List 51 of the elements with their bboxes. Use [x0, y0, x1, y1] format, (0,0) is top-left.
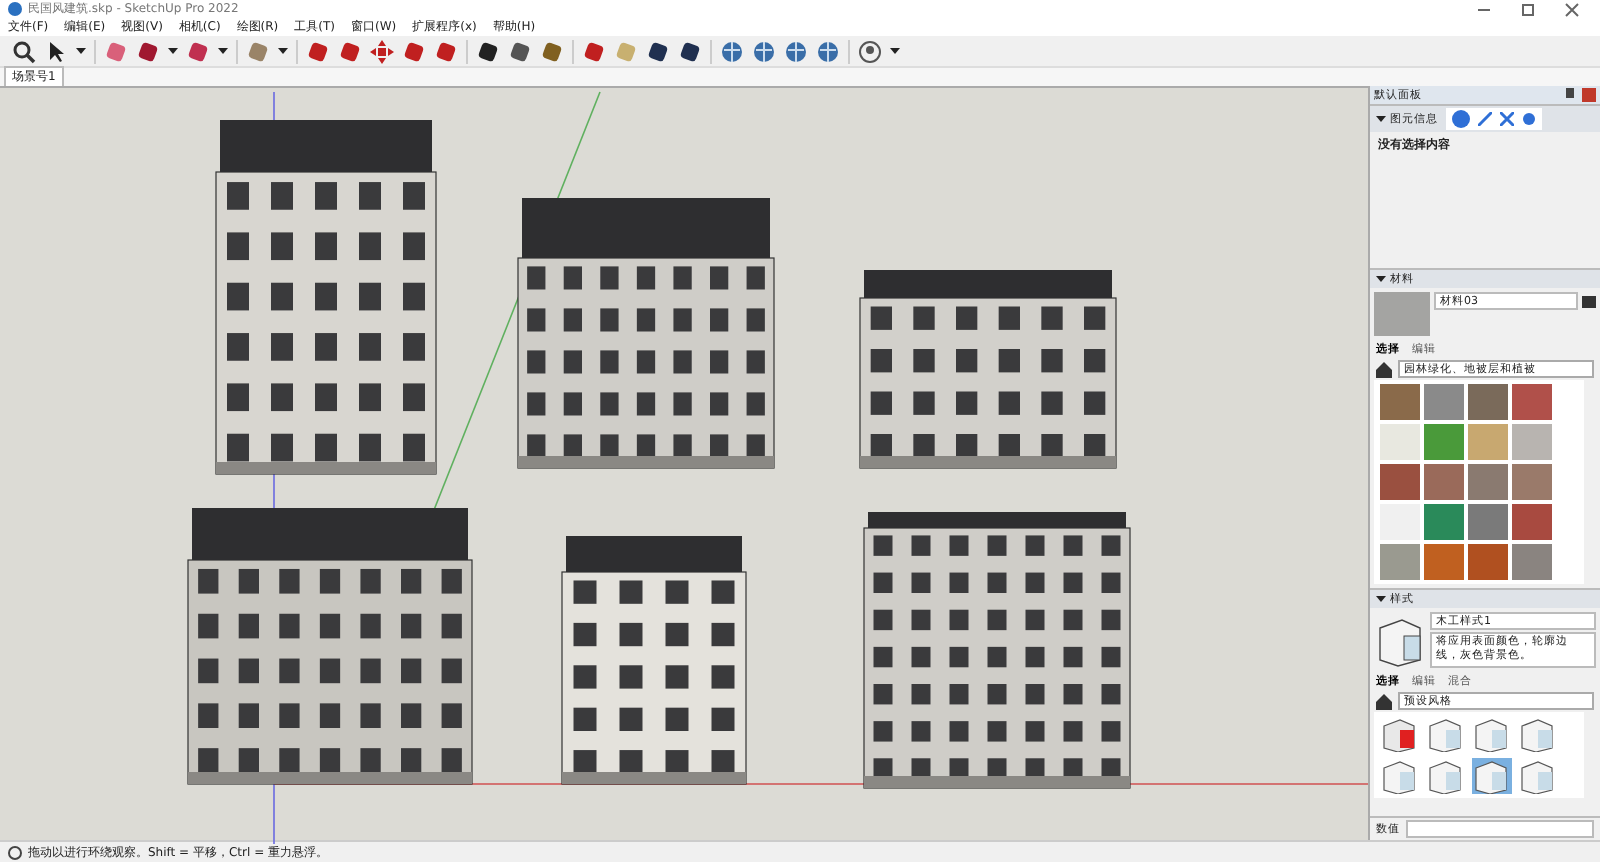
- search-icon[interactable]: [12, 39, 36, 63]
- globe-icon[interactable]: [784, 39, 808, 63]
- expand-triangle-icon[interactable]: [1376, 274, 1386, 284]
- globe-icon[interactable]: [752, 39, 776, 63]
- material-swatch[interactable]: [1512, 504, 1552, 540]
- style-thumbnail-icon[interactable]: [1380, 758, 1420, 794]
- material-swatch[interactable]: [1468, 384, 1508, 420]
- material-swatch[interactable]: [1424, 544, 1464, 580]
- dropdown-caret-icon[interactable]: [278, 47, 288, 55]
- style-thumbnail-icon[interactable]: [1426, 758, 1466, 794]
- style-thumbnail-icon[interactable]: [1518, 758, 1558, 794]
- pen-icon[interactable]: [1478, 112, 1492, 126]
- dropdown-caret-icon[interactable]: [890, 47, 900, 55]
- user-icon[interactable]: [858, 39, 882, 63]
- measurements-field[interactable]: [1406, 820, 1594, 838]
- globe-icon[interactable]: [816, 39, 840, 63]
- app-logo-icon: [8, 2, 22, 16]
- dropdown-caret-icon[interactable]: [218, 47, 228, 55]
- globe-icon[interactable]: [720, 39, 744, 63]
- maximize-icon[interactable]: [1520, 1, 1536, 17]
- material-swatch[interactable]: [1468, 544, 1508, 580]
- material-swatch[interactable]: [1468, 464, 1508, 500]
- dropdown-caret-icon[interactable]: [168, 47, 178, 55]
- expand-triangle-icon[interactable]: [1376, 594, 1386, 604]
- style-thumbnail-icon[interactable]: [1472, 716, 1512, 752]
- material-preview: [1374, 292, 1430, 336]
- style-thumbnail-icon[interactable]: [1380, 716, 1420, 752]
- dropdown-caret-icon[interactable]: [76, 47, 86, 55]
- material-swatch[interactable]: [1424, 424, 1464, 460]
- material-swatch[interactable]: [1512, 424, 1552, 460]
- material-swatch[interactable]: [1424, 464, 1464, 500]
- material-swatch[interactable]: [1380, 464, 1420, 500]
- expand-triangle-icon[interactable]: [1376, 114, 1386, 124]
- style-thumbnail-icon[interactable]: [1426, 716, 1466, 752]
- cursor-icon[interactable]: [44, 39, 68, 63]
- material-swatch[interactable]: [1512, 544, 1552, 580]
- style-thumbnail-icon[interactable]: [1518, 716, 1558, 752]
- move-tool-icon[interactable]: [370, 39, 394, 63]
- material-swatch[interactable]: [1468, 504, 1508, 540]
- material-swatch[interactable]: [1512, 384, 1552, 420]
- material-swatch[interactable]: [1380, 384, 1420, 420]
- material-swatch[interactable]: [1468, 424, 1508, 460]
- style-thumbnail-icon[interactable]: [1472, 758, 1512, 794]
- material-swatch[interactable]: [1512, 464, 1552, 500]
- material-swatch[interactable]: [1380, 544, 1420, 580]
- material-swatch[interactable]: [1424, 504, 1464, 540]
- pin-icon[interactable]: [1564, 88, 1576, 102]
- modeling-viewport[interactable]: [0, 86, 1368, 840]
- info-icon[interactable]: [8, 845, 22, 859]
- material-swatch[interactable]: [1424, 384, 1464, 420]
- material-swatch[interactable]: [1380, 424, 1420, 460]
